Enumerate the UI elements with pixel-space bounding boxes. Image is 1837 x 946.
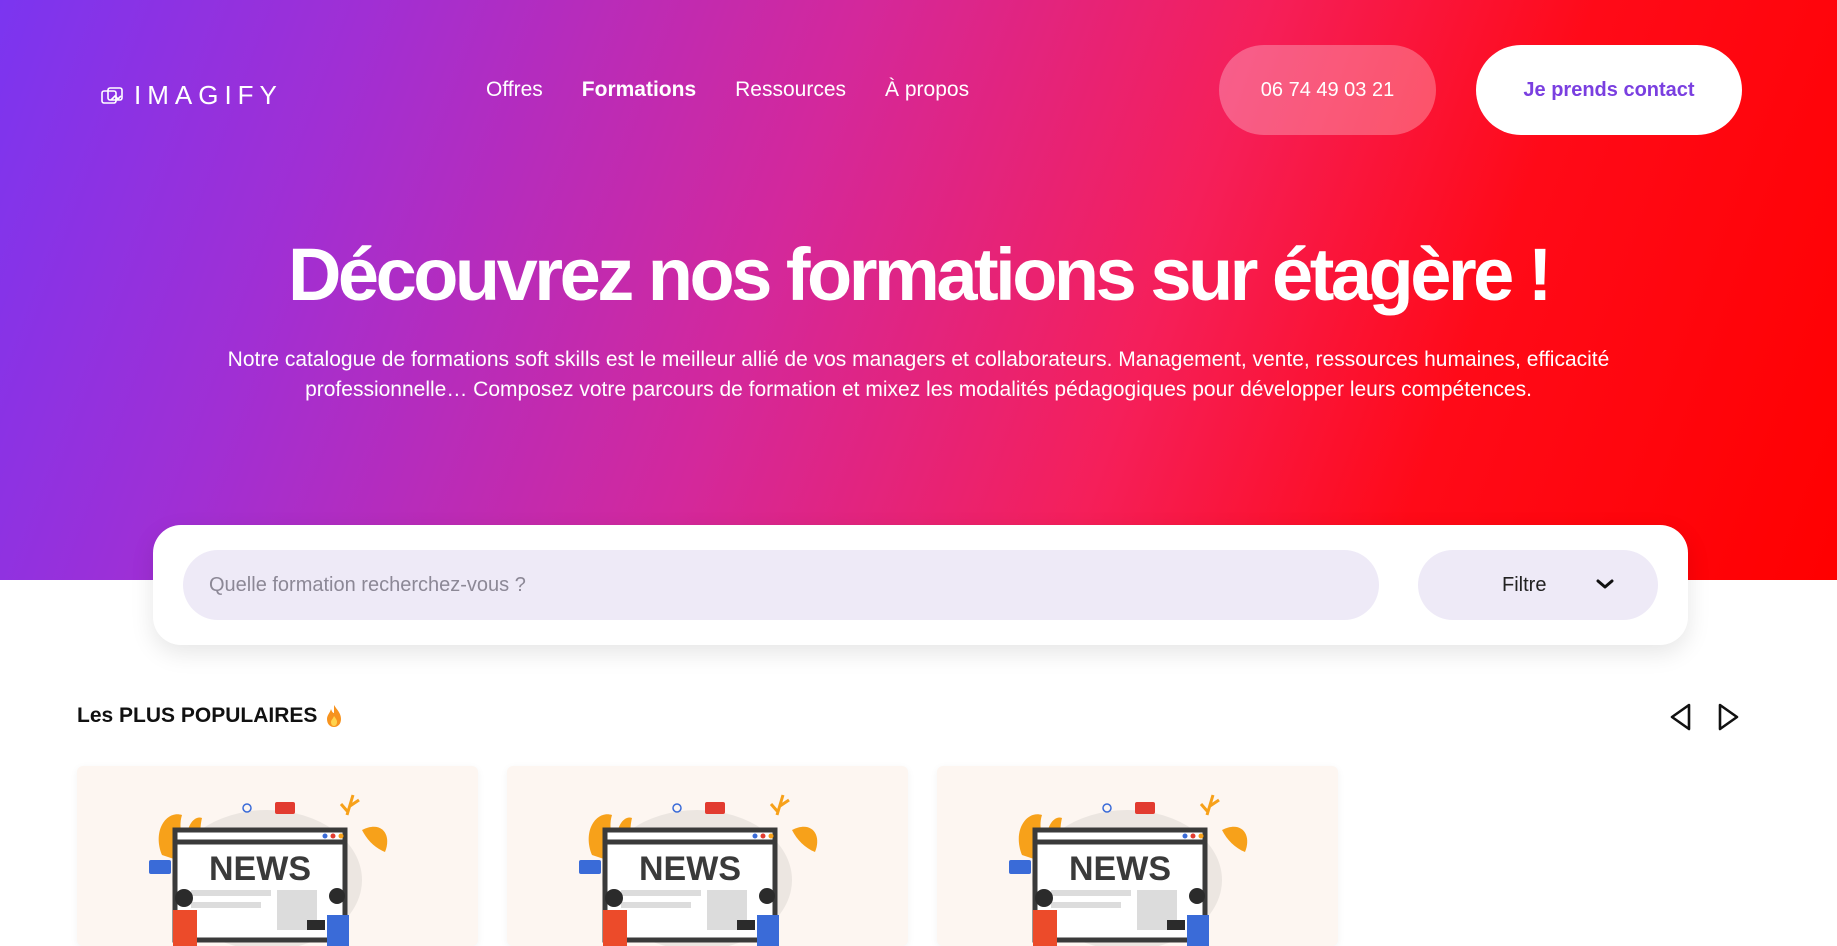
phone-button[interactable]: 06 74 49 03 21 — [1219, 45, 1436, 135]
news-illustration: NEWS — [1009, 794, 1248, 946]
news-text: NEWS — [1069, 850, 1171, 888]
page-title: Découvrez nos formations sur étagère ! — [287, 233, 1553, 316]
search-input[interactable] — [183, 550, 1379, 620]
news-illustration: NEWS — [149, 794, 388, 946]
carousel-next-icon[interactable] — [1714, 702, 1742, 732]
course-card[interactable]: NEWS — [937, 766, 1338, 946]
flame-icon — [327, 705, 342, 727]
filter-dropdown[interactable]: Filtre — [1418, 550, 1658, 620]
chevron-down-icon — [1596, 579, 1614, 589]
logo[interactable]: IMAGIFY — [100, 80, 283, 111]
nav-item-ressources[interactable]: Ressources — [735, 78, 846, 102]
popular-title-text: Les PLUS POPULAIRES — [77, 704, 318, 727]
hero-banner: IMAGIFY Offres Formations Ressources À p… — [0, 0, 1837, 580]
main-nav: Offres Formations Ressources À propos — [486, 78, 969, 102]
nav-item-a-propos[interactable]: À propos — [885, 78, 969, 102]
contact-button[interactable]: Je prends contact — [1476, 45, 1742, 135]
filter-label: Filtre — [1502, 573, 1547, 596]
nav-item-formations[interactable]: Formations — [582, 78, 696, 102]
news-text: NEWS — [639, 850, 741, 888]
search-panel: Filtre — [153, 525, 1688, 645]
news-illustration: NEWS — [579, 794, 818, 946]
hero-subtitle: Notre catalogue de formations soft skill… — [227, 348, 1610, 401]
news-text: NEWS — [209, 850, 311, 888]
logo-text: IMAGIFY — [134, 80, 283, 110]
logo-icon — [101, 86, 123, 104]
carousel-prev-icon[interactable] — [1667, 702, 1695, 732]
course-card[interactable]: NEWS — [507, 766, 908, 946]
popular-section-title: Les PLUS POPULAIRES — [77, 704, 343, 728]
course-card[interactable]: NEWS — [77, 766, 478, 946]
nav-item-offres[interactable]: Offres — [486, 78, 543, 102]
